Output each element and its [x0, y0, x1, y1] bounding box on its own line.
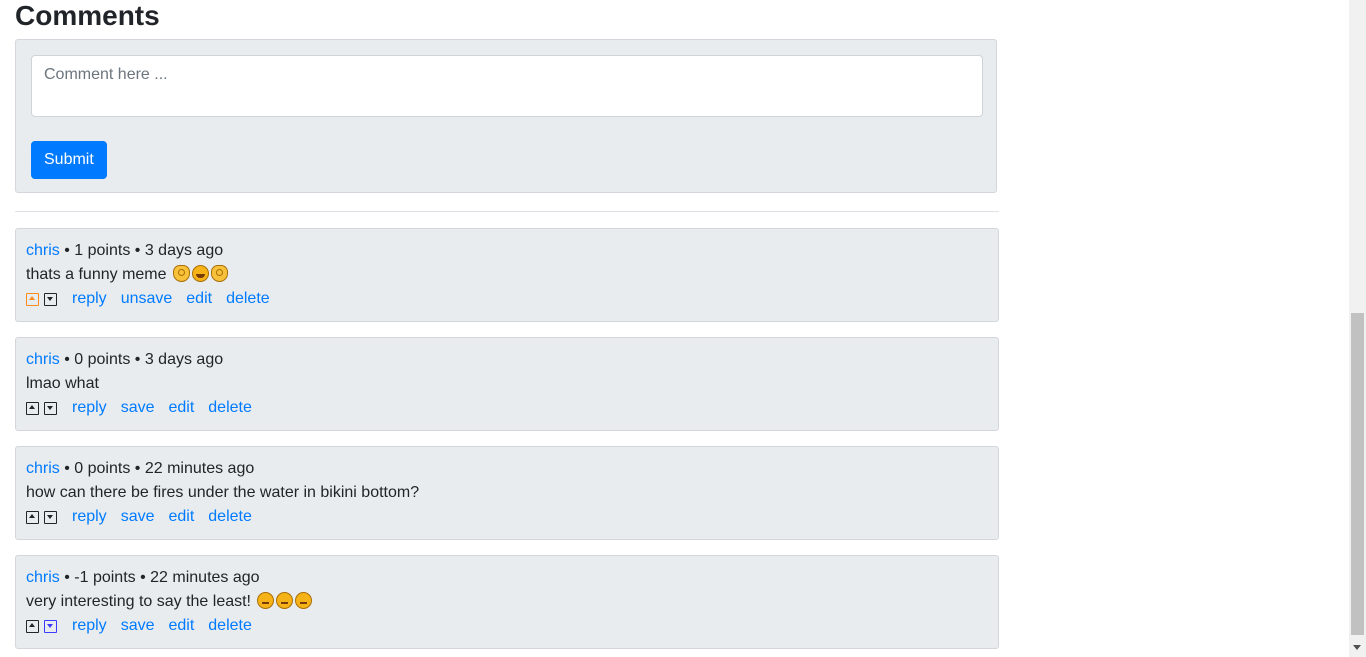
comment-author-link[interactable]: chris [26, 242, 60, 259]
meta-separator: • [64, 351, 75, 368]
comment-card: chris • 1 points • 3 days ago thats a fu… [15, 228, 999, 322]
meta-separator: • [64, 242, 75, 259]
comment-card: chris • -1 points • 22 minutes ago very … [15, 555, 999, 649]
comment-points: 0 points [74, 460, 131, 477]
upvote-icon[interactable] [26, 401, 39, 415]
comments-heading: Comments [15, 0, 160, 31]
ok-hand-emoji [172, 265, 190, 282]
reply-link[interactable]: reply [72, 290, 107, 308]
downvote-icon[interactable] [44, 292, 57, 306]
vertical-scrollbar[interactable] [1349, 0, 1366, 657]
comment-points: -1 points [74, 569, 136, 586]
comment-body: thats a funny meme [26, 264, 228, 286]
submit-button[interactable]: Submit [31, 141, 107, 179]
comment-age: 22 minutes ago [150, 569, 260, 586]
comment-card: chris • 0 points • 3 days ago lmao what … [15, 337, 999, 431]
comment-body: how can there be fires under the water i… [26, 482, 419, 504]
meta-separator: • [134, 460, 145, 477]
laughing-face-emoji [191, 265, 209, 282]
unsave-link[interactable]: unsave [121, 290, 173, 308]
comment-author-link[interactable]: chris [26, 460, 60, 477]
reply-link[interactable]: reply [72, 399, 107, 417]
reply-link[interactable]: reply [72, 617, 107, 635]
comment-points: 1 points [74, 242, 131, 259]
comment-text: lmao what [26, 375, 99, 392]
scroll-down-arrow-icon[interactable] [1353, 645, 1361, 650]
delete-link[interactable]: delete [208, 399, 252, 417]
meta-separator: • [64, 569, 75, 586]
delete-link[interactable]: delete [208, 617, 252, 635]
comment-author-link[interactable]: chris [26, 351, 60, 368]
comment-body: lmao what [26, 373, 99, 395]
downvote-icon[interactable] [44, 619, 57, 633]
divider [15, 211, 999, 212]
upvote-icon[interactable] [26, 510, 39, 524]
comment-meta: chris • 0 points • 3 days ago [26, 349, 223, 371]
comment-actions: reply unsave edit delete [26, 288, 270, 310]
comment-age: 3 days ago [144, 242, 224, 259]
edit-link[interactable]: edit [168, 399, 194, 417]
scrollbar-thumb[interactable] [1351, 313, 1364, 635]
meta-separator: • [64, 460, 75, 477]
comment-actions: reply save edit delete [26, 506, 252, 528]
comment-body: very interesting to say the least! [26, 591, 313, 613]
reply-link[interactable]: reply [72, 508, 107, 526]
comment-text: how can there be fires under the water i… [26, 484, 420, 501]
upvote-icon[interactable] [26, 619, 39, 633]
comment-meta: chris • 0 points • 22 minutes ago [26, 458, 254, 480]
ok-hand-emoji [210, 265, 228, 282]
downvote-icon[interactable] [44, 401, 57, 415]
meta-separator: • [134, 351, 145, 368]
comment-text: very interesting to say the least! [26, 593, 251, 610]
comment-actions: reply save edit delete [26, 615, 252, 637]
comment-meta: chris • -1 points • 22 minutes ago [26, 567, 260, 589]
comment-points: 0 points [74, 351, 131, 368]
thinking-face-emoji [295, 592, 313, 609]
comment-author-link[interactable]: chris [26, 569, 60, 586]
meta-separator: • [140, 569, 151, 586]
comment-form: Submit [15, 39, 997, 193]
comment-meta: chris • 1 points • 3 days ago [26, 240, 223, 262]
thinking-face-emoji [257, 592, 275, 609]
comment-actions: reply save edit delete [26, 397, 252, 419]
edit-link[interactable]: edit [186, 290, 212, 308]
meta-separator: • [134, 242, 145, 259]
comment-text: thats a funny meme [26, 266, 167, 283]
comments-page: Comments Submit chris • 1 points • 3 day… [0, 0, 1366, 657]
comment-age: 3 days ago [144, 351, 224, 368]
comment-card: chris • 0 points • 22 minutes ago how ca… [15, 446, 999, 540]
delete-link[interactable]: delete [208, 508, 252, 526]
edit-link[interactable]: edit [168, 617, 194, 635]
upvote-icon[interactable] [26, 292, 39, 306]
thinking-face-emoji [276, 592, 294, 609]
save-link[interactable]: save [121, 399, 155, 417]
save-link[interactable]: save [121, 508, 155, 526]
edit-link[interactable]: edit [168, 508, 194, 526]
delete-link[interactable]: delete [226, 290, 270, 308]
downvote-icon[interactable] [44, 510, 57, 524]
save-link[interactable]: save [121, 617, 155, 635]
comment-input[interactable] [31, 55, 983, 117]
comment-age: 22 minutes ago [144, 460, 255, 477]
